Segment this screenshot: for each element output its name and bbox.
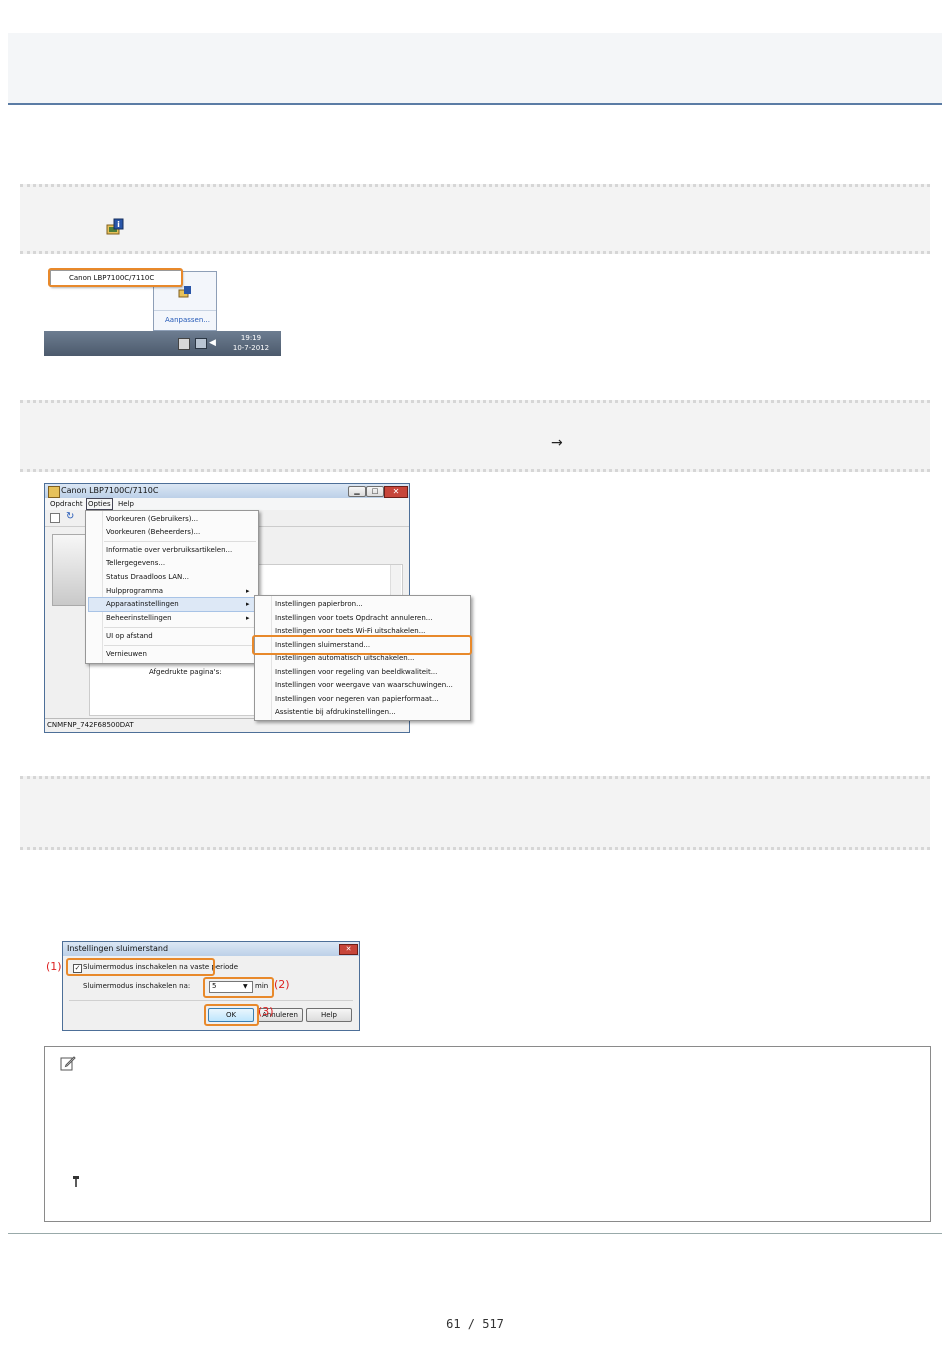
submenu-item-image-quality[interactable]: Instellingen voor regeling van beeldkwal… <box>275 666 437 679</box>
callout-1: (1) <box>46 960 62 973</box>
show-hidden-icons-icon[interactable] <box>178 338 190 350</box>
menu-separator <box>104 627 256 628</box>
dialog-separator <box>69 1000 353 1001</box>
close-button[interactable]: ✕ <box>384 486 408 498</box>
note-box <box>44 1046 931 1222</box>
network-icon[interactable] <box>195 338 207 349</box>
callout-3: (3) <box>258 1005 274 1018</box>
tooltip-highlight <box>48 268 183 287</box>
taskbar: ◀ 19:19 10-7-2012 <box>44 331 281 356</box>
divider <box>154 310 216 311</box>
sleep-settings-highlight <box>252 635 472 655</box>
menu-item-refresh[interactable]: Vernieuwen <box>106 648 147 661</box>
dialog-title: Instellingen sluimerstand <box>67 944 169 953</box>
menu-item-preferences-users[interactable]: Voorkeuren (Gebruikers)... <box>106 513 198 526</box>
submenu-item-cancel-key[interactable]: Instellingen voor toets Opdracht annuler… <box>275 612 432 625</box>
submenu-item-print-assist[interactable]: Assistentie bij afdrukinstellingen... <box>275 706 396 719</box>
note-pencil-icon <box>60 1055 76 1071</box>
submenu-arrow-icon: ▸ <box>246 600 250 608</box>
pin-icon <box>72 1174 80 1188</box>
dialog-close-button[interactable]: ✕ <box>339 944 358 955</box>
refresh-icon[interactable]: ↻ <box>66 510 74 524</box>
menu-help[interactable]: Help <box>118 498 134 510</box>
submenu-item-paper-size[interactable]: Instellingen voor negeren van papierform… <box>275 693 439 706</box>
menu-item-preferences-admins[interactable]: Voorkeuren (Beheerders)... <box>106 526 200 539</box>
toolbar-page-icon[interactable] <box>50 513 60 523</box>
window-title: Canon LBP7100C/7110C <box>61 486 159 495</box>
menu-item-consumables[interactable]: Informatie over verbruiksartikelen... <box>106 544 232 557</box>
menu-gutter <box>271 596 272 720</box>
dialog-titlebar: Instellingen sluimerstand <box>63 942 359 956</box>
step-2-band <box>20 400 930 472</box>
menu-item-remote-ui[interactable]: UI op afstand <box>106 630 153 643</box>
step-1-band <box>20 184 930 254</box>
submenu-arrow-icon: ▸ <box>246 614 250 622</box>
printer-status-icon: i <box>106 218 124 236</box>
select-highlight <box>203 977 274 998</box>
tray-screenshot: Aanpassen... Canon LBP7100C/7110C ◀ 19:1… <box>44 267 281 356</box>
step-3-band <box>20 776 930 850</box>
minimize-button[interactable]: ▁ <box>348 486 366 497</box>
menu-item-management-settings[interactable]: Beheerinstellingen <box>106 612 172 625</box>
callout-2: (2) <box>274 978 290 991</box>
menu-opties[interactable]: Opties <box>86 498 113 510</box>
app-icon <box>48 486 60 498</box>
help-button[interactable]: Help <box>306 1008 352 1022</box>
status-bar-text: CNMFNP_742F68500DAT <box>47 721 134 729</box>
clock-date: 10-7-2012 <box>232 344 270 352</box>
menu-item-wlan-status[interactable]: Status Draadloos LAN... <box>106 571 189 584</box>
submenu-item-warnings[interactable]: Instellingen voor weergave van waarschuw… <box>275 679 453 692</box>
checkbox-highlight <box>66 958 215 976</box>
menu-separator <box>104 645 256 646</box>
submenu-item-paper-source[interactable]: Instellingen papierbron... <box>275 598 363 611</box>
menu-item-device-settings[interactable]: Apparaatinstellingen <box>106 598 179 611</box>
ok-highlight <box>204 1004 259 1026</box>
printed-pages-label: Afgedrukte pagina's: <box>149 668 222 676</box>
menubar: Opdracht Opties Help <box>45 498 409 510</box>
sleep-row-label: Sluimermodus inschakelen na: <box>83 982 191 990</box>
printer-image <box>52 534 86 606</box>
device-settings-submenu: Instellingen papierbron... Instellingen … <box>254 595 471 721</box>
menu-item-counter[interactable]: Tellergegevens... <box>106 557 165 570</box>
speaker-icon[interactable]: ◀ <box>209 338 216 348</box>
customize-link[interactable]: Aanpassen... <box>165 314 210 327</box>
page-header-band <box>8 33 942 105</box>
maximize-button[interactable]: □ <box>366 486 384 497</box>
options-menu: Voorkeuren (Gebruikers)... Voorkeuren (B… <box>85 510 259 664</box>
svg-text:i: i <box>117 220 120 229</box>
menu-gutter <box>102 511 103 663</box>
clock-time: 19:19 <box>240 334 262 342</box>
page-number: 61 / 517 <box>446 1317 504 1331</box>
footer-rule <box>8 1233 942 1234</box>
menu-separator <box>104 541 256 542</box>
menu-opdracht[interactable]: Opdracht <box>50 498 83 510</box>
arrow-symbol: → <box>551 435 563 451</box>
